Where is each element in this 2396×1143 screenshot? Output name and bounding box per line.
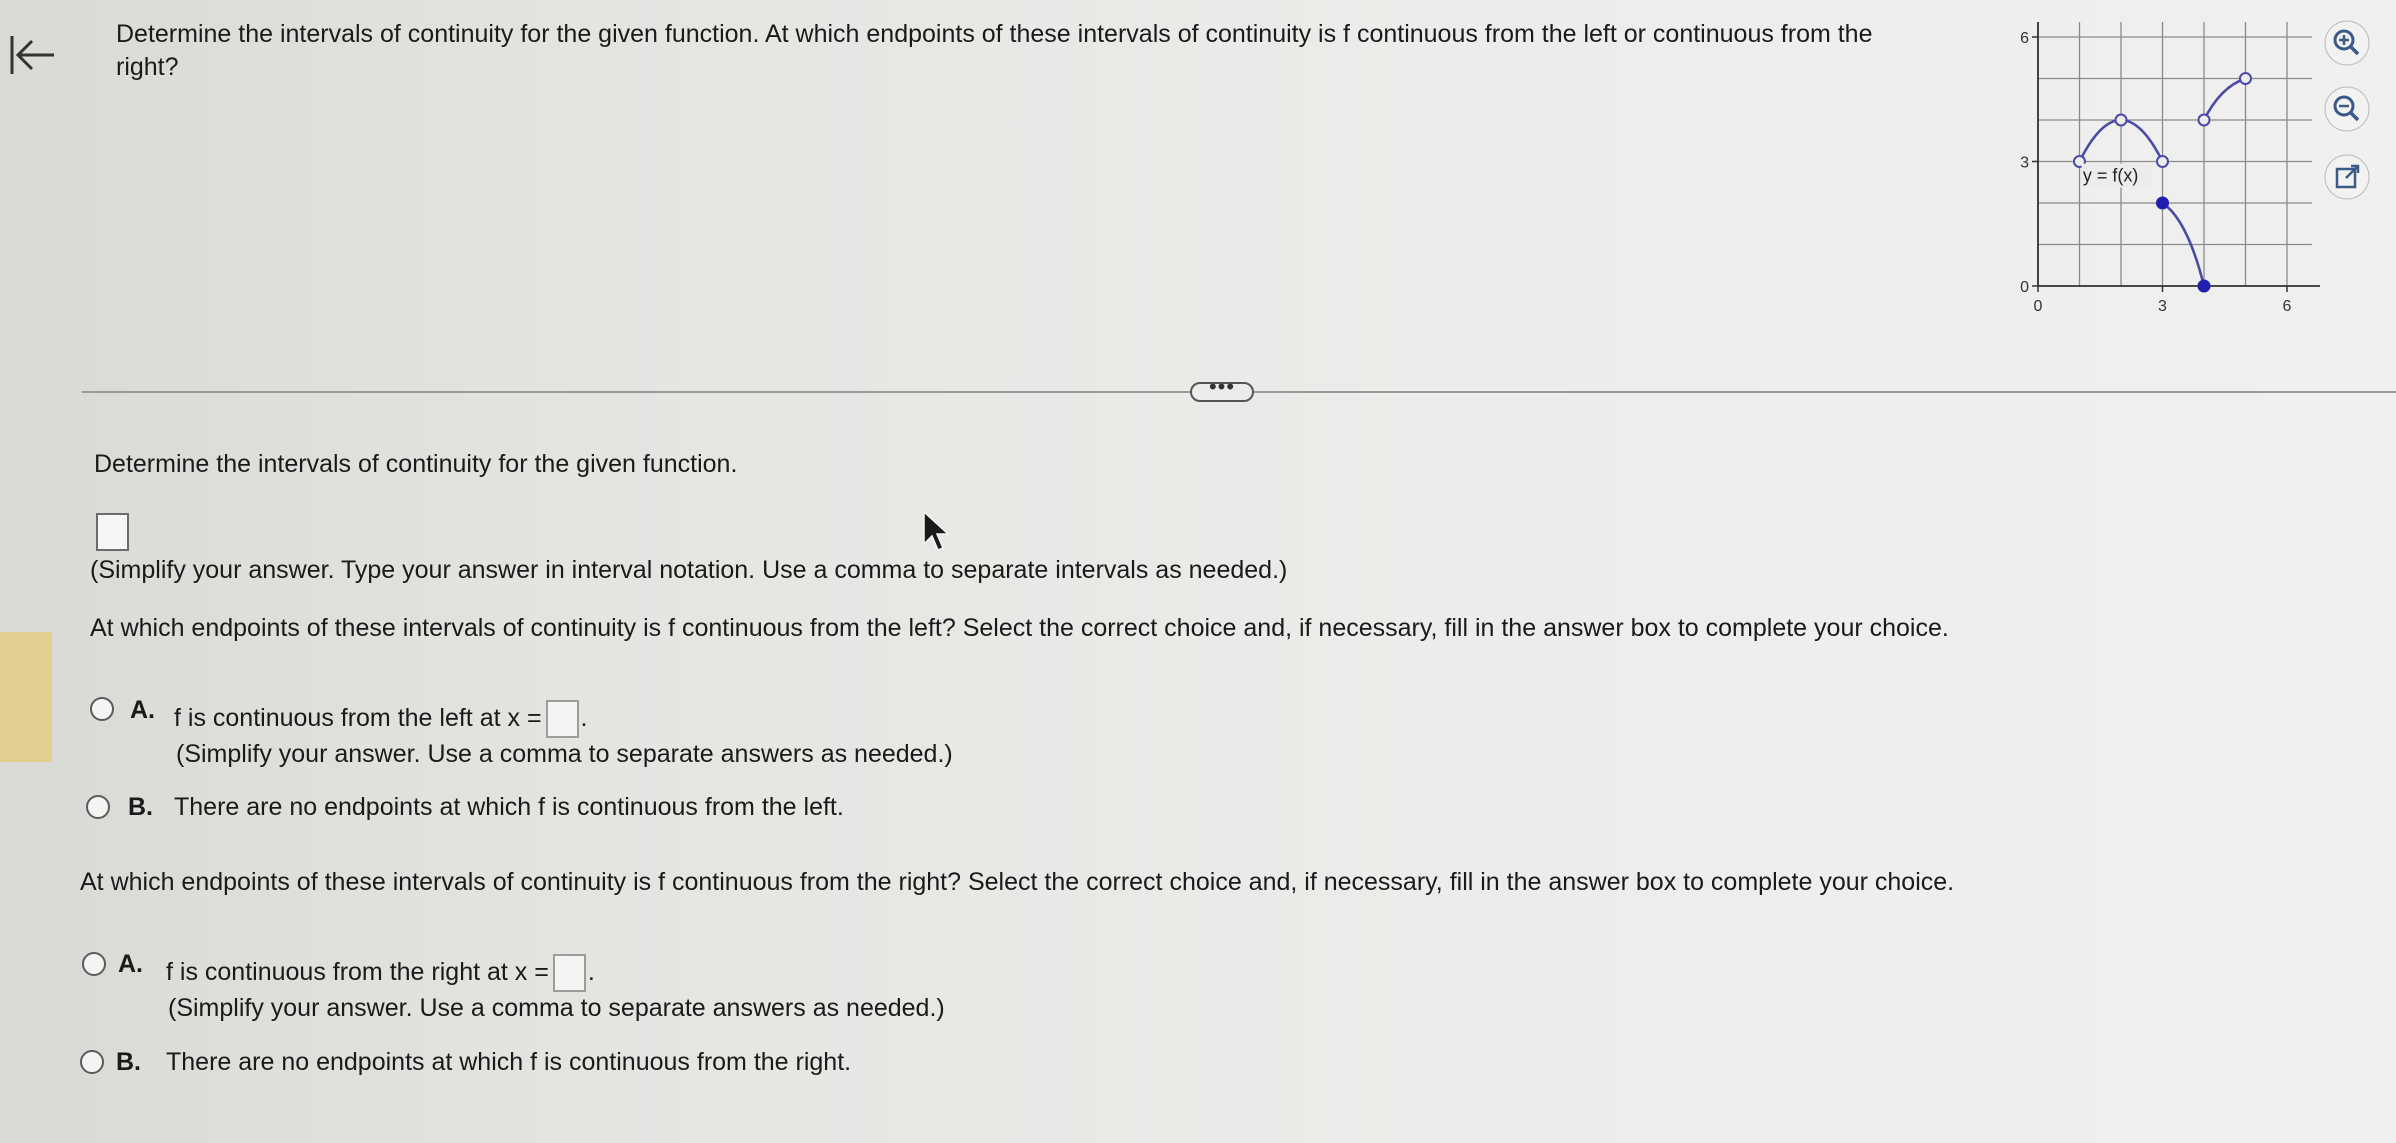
zoom-in-icon[interactable] [2322,18,2372,68]
left-option-a-text: f is continuous from the left at x = [174,704,542,732]
curve-segment [2202,77,2246,121]
intervals-answer-input[interactable] [96,513,129,551]
part3-question: At which endpoints of these intervals of… [80,868,1955,896]
left-option-a-radio[interactable] [90,697,114,721]
x-tick-label: 6 [2283,298,2292,315]
closed-point [2156,196,2169,210]
back-arrow-icon[interactable] [6,30,58,80]
left-option-b-radio[interactable] [86,795,110,819]
right-option-a-radio[interactable] [82,952,106,976]
popout-icon[interactable] [2322,152,2372,202]
y-tick-label: 0 [2020,279,2029,296]
right-option-a: f is continuous from the right at x =. [166,954,595,992]
open-point [2197,113,2211,127]
right-option-b-letter: B. [116,1048,141,1076]
right-option-b-radio[interactable] [80,1050,104,1074]
left-option-a: f is continuous from the left at x =. [174,700,588,738]
right-option-a-hint: (Simplify your answer. Use a comma to se… [168,994,945,1022]
left-option-a-input[interactable] [545,700,579,738]
part2-question: At which endpoints of these intervals of… [90,614,1949,642]
part1-hint: (Simplify your answer. Type your answer … [90,556,1288,584]
side-tab [0,632,52,762]
right-option-a-letter: A. [118,950,143,978]
function-graph: 630036 y x y = f(x) [2020,22,2320,315]
function-label: y = f(x) [2083,166,2139,186]
right-option-a-text: f is continuous from the right at x = [166,958,549,986]
left-option-a-hint: (Simplify your answer. Use a comma to se… [176,740,953,768]
y-tick-label: 3 [2020,155,2029,172]
closed-point [2197,279,2211,293]
zoom-out-icon[interactable] [2322,84,2372,134]
x-tick-label: 0 [2034,298,2043,315]
graph-grid [2037,22,2312,287]
mouse-cursor-icon [923,510,950,551]
part1-instruction: Determine the intervals of continuity fo… [94,450,738,478]
open-point [2156,155,2169,168]
left-option-b-text: There are no endpoints at which f is con… [174,793,844,821]
y-tick-label: 6 [2020,30,2029,47]
more-options-button[interactable]: ••• [1190,376,1254,402]
x-tick-label: 3 [2158,298,2167,315]
right-option-a-input[interactable] [552,954,586,992]
question-prompt: Determine the intervals of continuity fo… [116,20,1873,81]
open-point [2239,72,2252,85]
left-option-b-letter: B. [128,793,153,821]
graph-ticks: 6 3 00 3 6 [2020,30,2291,315]
open-point [2114,113,2128,127]
left-option-a-letter: A. [130,696,155,724]
right-option-b-text: There are no endpoints at which f is con… [166,1048,852,1076]
